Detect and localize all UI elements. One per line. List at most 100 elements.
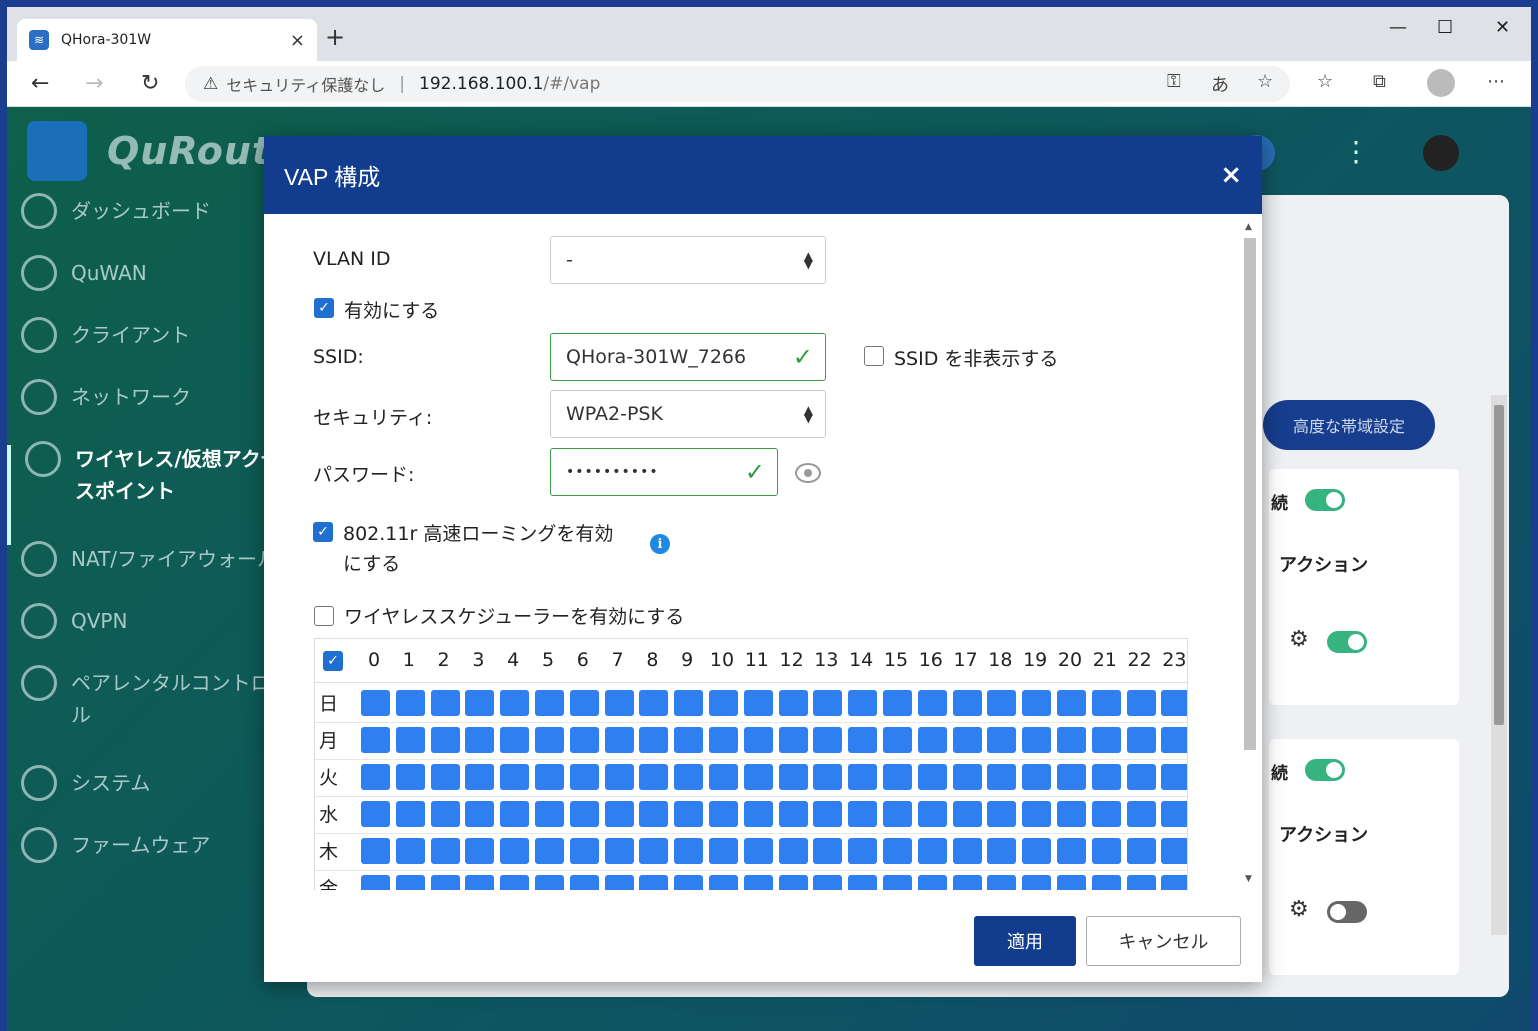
schedule-cell[interactable] — [987, 838, 1017, 864]
sidebar-item[interactable]: ファームウェア — [7, 827, 307, 893]
show-password-eye-icon[interactable] — [795, 463, 821, 483]
schedule-cell[interactable] — [987, 764, 1017, 790]
schedule-cell[interactable] — [1126, 727, 1156, 753]
url-input[interactable]: ⚠ セキュリティ保護なし | 192.168.100.1 /#/vap — [185, 66, 1290, 102]
sidebar-item[interactable]: クライアント — [7, 317, 307, 383]
password-input[interactable]: •••••••••• ✓ — [550, 448, 778, 496]
schedule-cell[interactable] — [465, 764, 495, 790]
gear-icon[interactable]: ⚙ — [1289, 897, 1309, 922]
schedule-cell[interactable] — [465, 690, 495, 716]
schedule-cell[interactable] — [1091, 727, 1121, 753]
schedule-cell[interactable] — [987, 875, 1017, 890]
schedule-cell[interactable] — [1161, 838, 1187, 864]
sidebar-item[interactable]: システム — [7, 765, 307, 831]
schedule-cell[interactable] — [709, 727, 738, 753]
schedule-cell[interactable] — [395, 838, 425, 864]
sidebar-item[interactable]: QVPN — [7, 603, 307, 669]
schedule-cell[interactable] — [361, 801, 390, 827]
schedule-cell[interactable] — [569, 764, 599, 790]
schedule-cell[interactable] — [535, 838, 564, 864]
more-menu-icon[interactable]: ⋯ — [1487, 71, 1505, 92]
schedule-cell[interactable] — [395, 690, 425, 716]
schedule-cell[interactable] — [430, 838, 460, 864]
window-close-button[interactable]: ✕ — [1495, 17, 1510, 38]
forward-arrow-icon[interactable]: → — [85, 71, 103, 96]
hour-header[interactable]: 14 — [844, 649, 878, 671]
schedule-cell[interactable] — [430, 727, 460, 753]
schedule-cell[interactable] — [952, 801, 982, 827]
schedule-cell[interactable] — [848, 838, 878, 864]
schedule-cell[interactable] — [674, 875, 704, 890]
cancel-button[interactable]: キャンセル — [1086, 916, 1241, 966]
schedule-cell[interactable] — [500, 690, 530, 716]
refresh-icon[interactable]: ↻ — [141, 71, 159, 96]
schedule-cell[interactable] — [500, 727, 530, 753]
schedule-cell[interactable] — [1126, 875, 1156, 890]
schedule-cell[interactable] — [743, 838, 773, 864]
schedule-cell[interactable] — [1057, 875, 1086, 890]
hour-header[interactable]: 20 — [1053, 649, 1087, 671]
hour-header[interactable]: 16 — [914, 649, 948, 671]
schedule-cell[interactable] — [848, 727, 878, 753]
sidebar-item[interactable]: ワイヤレス/仮想アクセ スポイント — [7, 441, 307, 545]
hour-header[interactable]: 15 — [879, 649, 913, 671]
security-select[interactable]: WPA2-PSK ▲ ▼ — [550, 390, 826, 438]
schedule-cell[interactable] — [813, 838, 843, 864]
schedule-cell[interactable] — [917, 801, 947, 827]
advanced-band-settings-button[interactable]: 高度な帯域設定 — [1263, 400, 1435, 450]
hour-header[interactable]: 0 — [357, 649, 391, 671]
schedule-cell[interactable] — [430, 801, 460, 827]
schedule-cell[interactable] — [674, 838, 704, 864]
schedule-cell[interactable] — [535, 875, 564, 890]
favorites-list-icon[interactable]: ☆ — [1317, 71, 1333, 92]
hour-header[interactable]: 5 — [531, 649, 565, 671]
schedule-cell[interactable] — [500, 838, 530, 864]
schedule-cell[interactable] — [848, 875, 878, 890]
schedule-cell[interactable] — [535, 727, 564, 753]
schedule-cell[interactable] — [952, 690, 982, 716]
schedule-cell[interactable] — [987, 690, 1017, 716]
schedule-cell[interactable] — [1161, 801, 1187, 827]
schedule-cell[interactable] — [813, 875, 843, 890]
schedule-cell[interactable] — [1057, 727, 1086, 753]
schedule-cell[interactable] — [395, 764, 425, 790]
schedule-cell[interactable] — [569, 690, 599, 716]
schedule-cell[interactable] — [604, 838, 634, 864]
schedule-cell[interactable] — [848, 690, 878, 716]
schedule-cell[interactable] — [1091, 764, 1121, 790]
new-tab-button[interactable]: + — [325, 23, 345, 51]
schedule-cell[interactable] — [1091, 690, 1121, 716]
schedule-cell[interactable] — [883, 764, 912, 790]
schedule-cell[interactable] — [361, 875, 390, 890]
schedule-cell[interactable] — [465, 801, 495, 827]
scroll-up-icon[interactable]: ▲ — [1245, 222, 1252, 232]
schedule-cell[interactable] — [639, 801, 669, 827]
favorite-star-icon[interactable]: ☆ — [1257, 71, 1273, 92]
schedule-cell[interactable] — [848, 801, 878, 827]
enable-toggle[interactable] — [1305, 489, 1345, 511]
scroll-down-icon[interactable]: ▼ — [1245, 874, 1252, 884]
hour-header[interactable]: 23 — [1157, 649, 1187, 671]
schedule-cell[interactable] — [604, 875, 634, 890]
schedule-cell[interactable] — [778, 801, 808, 827]
wifi-toggle[interactable] — [1327, 901, 1367, 923]
hour-header[interactable]: 22 — [1123, 649, 1157, 671]
schedule-cell[interactable] — [500, 764, 530, 790]
schedule-cell[interactable] — [604, 690, 634, 716]
schedule-cell[interactable] — [1057, 801, 1086, 827]
schedule-cell[interactable] — [604, 764, 634, 790]
schedule-cell[interactable] — [500, 801, 530, 827]
hour-header[interactable]: 2 — [427, 649, 461, 671]
hour-header[interactable]: 19 — [1018, 649, 1052, 671]
schedule-cell[interactable] — [743, 764, 773, 790]
schedule-cell[interactable] — [987, 727, 1017, 753]
info-icon[interactable]: i — [650, 534, 670, 554]
schedule-cell[interactable] — [1022, 801, 1052, 827]
schedule-cell[interactable] — [395, 727, 425, 753]
schedule-cell[interactable] — [1126, 690, 1156, 716]
content-scrollbar[interactable] — [1491, 395, 1507, 935]
wireless-scheduler-checkbox[interactable] — [314, 606, 334, 626]
hour-header[interactable]: 13 — [809, 649, 843, 671]
schedule-cell[interactable] — [1091, 801, 1121, 827]
schedule-cell[interactable] — [1022, 727, 1052, 753]
